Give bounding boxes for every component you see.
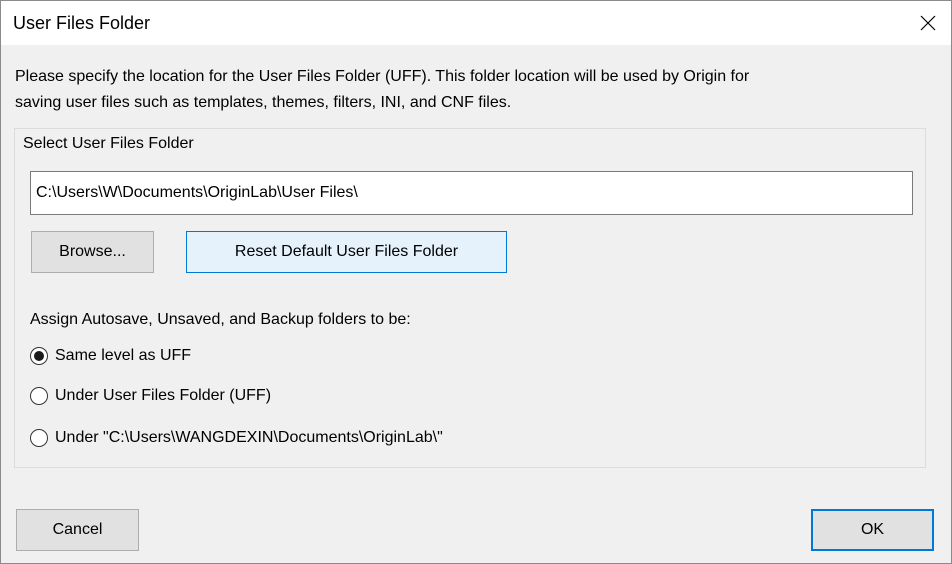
browse-button[interactable]: Browse... (31, 231, 154, 273)
ok-button[interactable]: OK (811, 509, 934, 551)
close-icon (920, 15, 936, 31)
folder-path-input[interactable] (30, 171, 913, 215)
group-label: Select User Files Folder (23, 133, 194, 155)
radio-button[interactable] (30, 429, 48, 447)
radio-label: Under User Files Folder (UFF) (55, 387, 272, 404)
radio-under-documents[interactable]: Under "C:\Users\WANGDEXIN\Documents\Orig… (30, 427, 443, 449)
radio-button[interactable] (30, 347, 48, 365)
radio-button[interactable] (30, 387, 48, 405)
cancel-button[interactable]: Cancel (16, 509, 139, 551)
radio-label: Under "C:\Users\WANGDEXIN\Documents\Orig… (55, 429, 443, 446)
description-line-1: Please specify the location for the User… (15, 68, 750, 85)
assign-folders-label: Assign Autosave, Unsaved, and Backup fol… (30, 311, 411, 328)
radio-under-uff[interactable]: Under User Files Folder (UFF) (30, 385, 271, 407)
user-files-folder-dialog: User Files Folder Please specify the loc… (0, 0, 952, 564)
reset-default-folder-button[interactable]: Reset Default User Files Folder (186, 231, 507, 273)
close-button[interactable] (905, 1, 951, 45)
radio-same-level[interactable]: Same level as UFF (30, 345, 191, 367)
title-bar: User Files Folder (1, 1, 951, 45)
description-line-2: saving user files such as templates, the… (15, 94, 512, 111)
dialog-title: User Files Folder (13, 13, 151, 33)
description-text: Please specify the location for the User… (15, 64, 915, 116)
radio-label: Same level as UFF (55, 347, 192, 364)
radio-selected-dot (34, 351, 44, 361)
